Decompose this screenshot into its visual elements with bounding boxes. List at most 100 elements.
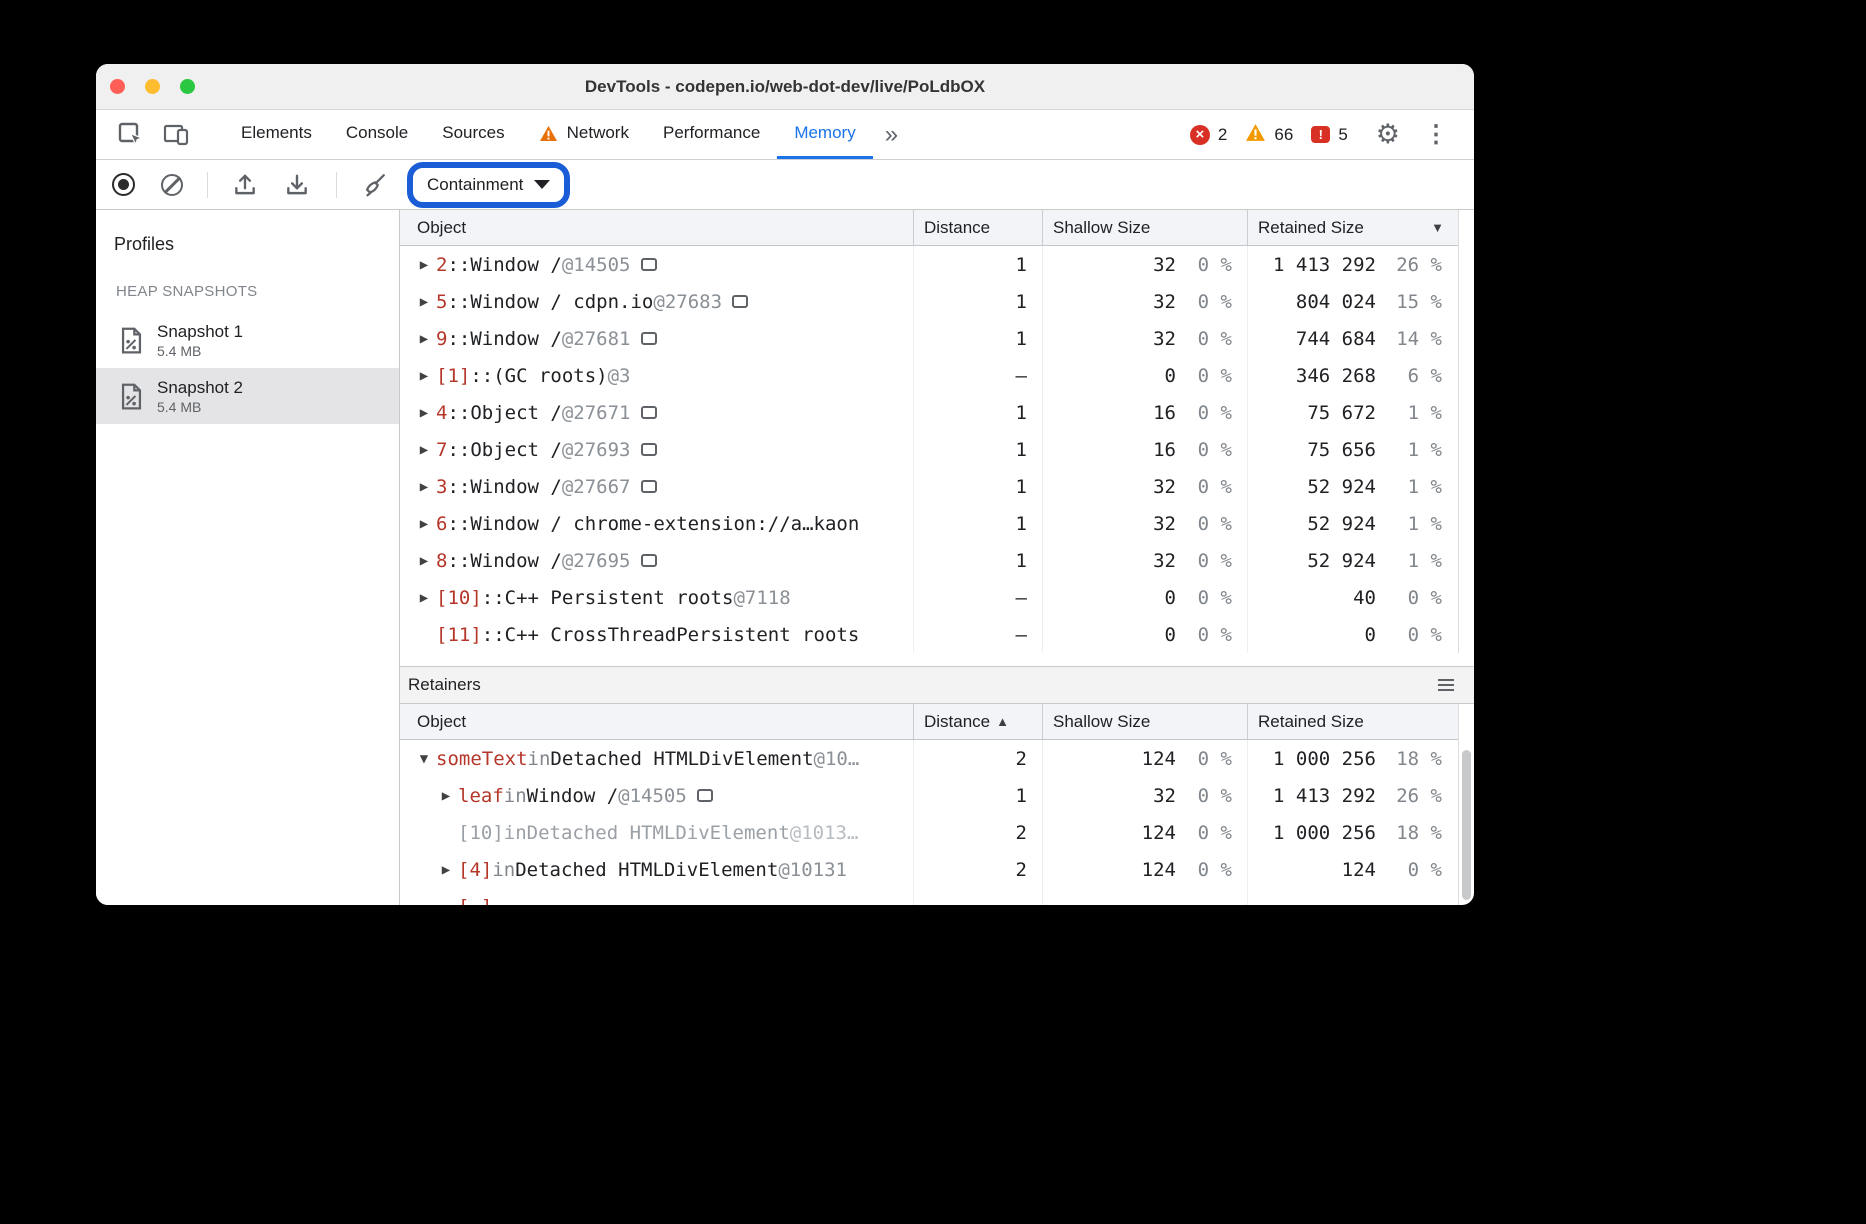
retainers-column-header-shallow[interactable]: Shallow Size: [1042, 704, 1247, 739]
retainers-scrollbar[interactable]: [1458, 704, 1474, 905]
reveal-icon[interactable]: [641, 480, 657, 493]
save-profile-icon[interactable]: [284, 172, 310, 198]
settings-gear-icon[interactable]: [1376, 119, 1400, 150]
containment-column-header-object[interactable]: Object: [400, 210, 913, 245]
heap-object-row[interactable]: ▶2 :: Window / @145051320 %1 413 29226 %: [400, 246, 1458, 283]
shallow-size-value: 32: [1043, 785, 1176, 807]
heap-object-row[interactable]: ▶5 :: Window / cdpn.io @276831320 %804 0…: [400, 283, 1458, 320]
expander-icon[interactable]: ▶: [412, 331, 436, 347]
reveal-icon[interactable]: [641, 332, 657, 345]
expander-icon[interactable]: ▼: [412, 751, 436, 767]
expander-icon[interactable]: ▶: [412, 590, 436, 606]
reveal-icon[interactable]: [732, 295, 748, 308]
heap-object-row[interactable]: ▶6 :: Window / chrome-extension://a…kaon…: [400, 505, 1458, 542]
retainers-column-header-retained[interactable]: Retained Size: [1247, 704, 1458, 739]
reveal-icon[interactable]: [641, 443, 657, 456]
expander-icon[interactable]: ▶: [434, 862, 458, 878]
heap-object-row[interactable]: ▶3 :: Window / @276671320 %52 9241 %: [400, 468, 1458, 505]
retainer-row[interactable]: […]: [400, 888, 1458, 905]
retainers-column-header-object[interactable]: Object: [400, 704, 913, 739]
in-keyword: in: [504, 822, 527, 844]
retained-size-value: 1 000 256: [1248, 822, 1376, 844]
containment-column-header-distance[interactable]: Distance: [913, 210, 1042, 245]
retainer-row[interactable]: ▶leaf in Window / @145051320 %1 413 2922…: [400, 777, 1458, 814]
expander-icon[interactable]: ▶: [434, 788, 458, 804]
tab-performance[interactable]: Performance: [646, 110, 777, 159]
heap-object-row[interactable]: ▶7 :: Object / @276931160 %75 6561 %: [400, 431, 1458, 468]
reveal-icon[interactable]: [641, 258, 657, 271]
scrollbar-thumb[interactable]: [1462, 750, 1471, 900]
shallow-size-percent: 0 %: [1176, 550, 1232, 572]
object-index: 7: [436, 439, 447, 461]
retained-size-percent: 1 %: [1376, 439, 1442, 461]
retained-size-value: 75 672: [1248, 402, 1376, 424]
snapshot-item-2[interactable]: Snapshot 25.4 MB: [96, 368, 399, 424]
reveal-icon[interactable]: [697, 789, 713, 802]
shallow-size-cell: 320 %: [1042, 777, 1247, 814]
retainers-menu-icon[interactable]: [1436, 677, 1456, 693]
heap-object-row[interactable]: ▶9 :: Window / @276811320 %744 68414 %: [400, 320, 1458, 357]
retainer-row[interactable]: ▶[4] in Detached HTMLDivElement @1013121…: [400, 851, 1458, 888]
minimize-window-button[interactable]: [145, 79, 160, 94]
retained-size-cell: 1 000 25618 %: [1247, 814, 1458, 851]
retained-size-value: 0: [1248, 624, 1376, 646]
close-window-button[interactable]: [110, 79, 125, 94]
expander-icon[interactable]: ▶: [412, 368, 436, 384]
containment-scrollbar[interactable]: [1458, 210, 1474, 653]
object-cell: ▶[1] :: (GC roots) @3: [400, 357, 913, 394]
retainer-row[interactable]: [10] in Detached HTMLDivElement @1013…21…: [400, 814, 1458, 851]
zoom-window-button[interactable]: [180, 79, 195, 94]
distance-cell: 1: [913, 505, 1042, 542]
expander-icon[interactable]: ▶: [412, 257, 436, 273]
tab-memory[interactable]: Memory: [777, 110, 872, 159]
expander-icon[interactable]: ▶: [412, 442, 436, 458]
column-label: Retained Size: [1258, 218, 1364, 238]
tab-console[interactable]: Console: [329, 110, 425, 159]
shallow-size-percent: 0 %: [1176, 476, 1232, 498]
separator: ::: [482, 587, 505, 609]
load-profile-icon[interactable]: [232, 172, 258, 198]
toolbar-divider: [207, 172, 208, 198]
heap-object-row[interactable]: ▶[10] :: C++ Persistent roots @7118–00 %…: [400, 579, 1458, 616]
object-id: @7118: [733, 587, 790, 609]
console-warnings-badge[interactable]: 66: [1245, 123, 1293, 147]
expander-icon[interactable]: ▶: [412, 516, 436, 532]
containment-column-header-shallow[interactable]: Shallow Size: [1042, 210, 1247, 245]
device-toolbar-icon[interactable]: [154, 116, 200, 154]
console-errors-badge[interactable]: 2: [1190, 125, 1227, 145]
more-tabs-button[interactable]: »: [873, 121, 910, 149]
shallow-size-percent: 0 %: [1176, 859, 1232, 881]
snapshot-item-1[interactable]: Snapshot 15.4 MB: [96, 312, 399, 368]
heap-object-row[interactable]: ▶8 :: Window / @276951320 %52 9241 %: [400, 542, 1458, 579]
heap-object-row[interactable]: ▶[1] :: (GC roots) @3–00 %346 2686 %: [400, 357, 1458, 394]
heap-object-row[interactable]: [11] :: C++ CrossThreadPersistent roots–…: [400, 616, 1458, 653]
column-label: Distance: [924, 218, 990, 238]
perspective-select[interactable]: Containment: [415, 170, 562, 200]
retained-size-value: 744 684: [1248, 328, 1376, 350]
retainer-property: [4]: [458, 859, 492, 881]
reveal-icon[interactable]: [641, 554, 657, 567]
distance-value: 2: [1016, 859, 1027, 881]
more-options-icon[interactable]: [1418, 120, 1454, 149]
tab-network[interactable]: Network: [522, 110, 646, 159]
reveal-icon[interactable]: [641, 406, 657, 419]
clear-profiles-button[interactable]: [161, 174, 183, 196]
expander-icon[interactable]: ▶: [412, 294, 436, 310]
record-heap-snapshot-button[interactable]: [112, 173, 135, 196]
retainer-object-name: Detached HTMLDivElement: [515, 859, 778, 881]
tab-elements[interactable]: Elements: [224, 110, 329, 159]
tab-sources[interactable]: Sources: [425, 110, 521, 159]
window-titlebar[interactable]: DevTools - codepen.io/web-dot-dev/live/P…: [96, 64, 1474, 110]
expander-icon[interactable]: ▶: [412, 479, 436, 495]
inspect-element-icon[interactable]: [108, 116, 154, 154]
expander-icon[interactable]: ▶: [412, 553, 436, 569]
object-cell: ▶7 :: Object / @27693: [400, 431, 913, 468]
clear-all-brush-icon[interactable]: [361, 172, 387, 198]
distance-cell: 1: [913, 246, 1042, 283]
expander-icon[interactable]: ▶: [412, 405, 436, 421]
heap-object-row[interactable]: ▶4 :: Object / @276711160 %75 6721 %: [400, 394, 1458, 431]
retainers-column-header-distance[interactable]: Distance▲: [913, 704, 1042, 739]
issues-badge[interactable]: 5: [1311, 125, 1347, 145]
containment-column-header-retained[interactable]: Retained Size▼: [1247, 210, 1458, 245]
retainer-row[interactable]: ▼someText in Detached HTMLDivElement @10…: [400, 740, 1458, 777]
